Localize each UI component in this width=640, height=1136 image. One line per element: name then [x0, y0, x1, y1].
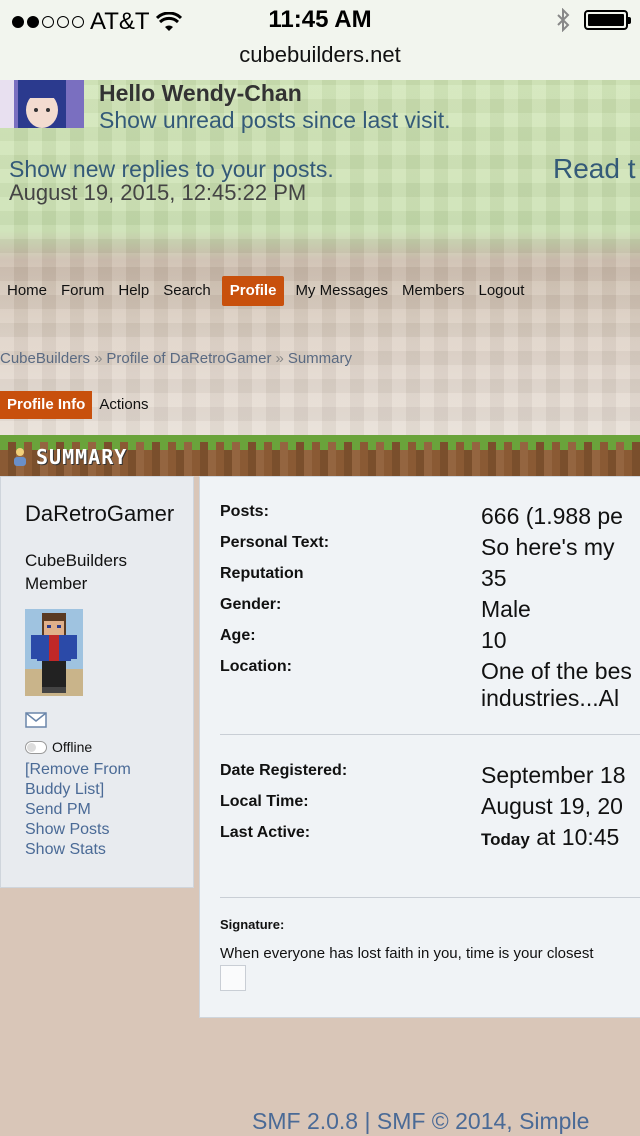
profile-details: Posts: 666 (1.988 pe Personal Text: So h…	[199, 476, 640, 1018]
last-active-label: Last Active:	[220, 824, 311, 841]
summary-header: SUMMARY	[0, 435, 640, 476]
age-value: 10	[481, 627, 507, 653]
last-active-value: Today at 10:45	[481, 824, 619, 851]
remove-buddy-link[interactable]: [Remove From Buddy List]	[25, 760, 165, 800]
last-active-today: Today	[481, 830, 530, 849]
date-registered-value: September 18	[481, 762, 626, 788]
profile-avatar	[25, 609, 83, 696]
profile-actions: [Remove From Buddy List] Send PM Show Po…	[25, 760, 165, 860]
nav-members[interactable]: Members	[395, 276, 472, 306]
signature-image	[220, 965, 246, 991]
nav-help[interactable]: Help	[111, 276, 156, 306]
status-bar: AT&T 11:45 AM	[0, 0, 640, 40]
gender-value: Male	[481, 596, 531, 622]
breadcrumb-cubebuilders[interactable]: CubeBuilders	[0, 350, 90, 367]
profile-username: DaRetroGamer	[25, 501, 175, 526]
location-value-line2: industries...Al	[481, 685, 620, 711]
url-text: cubebuilders.net	[239, 42, 401, 67]
breadcrumb-separator: »	[94, 350, 103, 367]
nav-logout[interactable]: Logout	[471, 276, 531, 306]
nav-my-messages[interactable]: My Messages	[288, 276, 395, 306]
divider	[220, 734, 640, 735]
nav-forum[interactable]: Forum	[54, 276, 111, 306]
user-icon	[14, 448, 26, 466]
bluetooth-icon	[557, 8, 570, 32]
last-active-time: at 10:45	[529, 824, 620, 850]
clock: 11:45 AM	[268, 6, 372, 33]
current-datetime: August 19, 2015, 12:45:22 PM	[9, 180, 307, 205]
summary-title: SUMMARY	[36, 445, 128, 469]
age-label: Age:	[220, 627, 256, 644]
breadcrumb-profile[interactable]: Profile of DaRetroGamer	[106, 350, 271, 367]
breadcrumb-summary[interactable]: Summary	[288, 350, 352, 367]
posts-label: Posts:	[220, 503, 269, 520]
forum-header-background	[0, 80, 640, 435]
battery-icon	[584, 10, 631, 30]
personal-text-value: So here's my	[481, 534, 615, 560]
read-link[interactable]: Read t	[553, 153, 636, 185]
reputation-label: Reputation	[220, 565, 304, 582]
tab-actions[interactable]: Actions	[92, 391, 155, 419]
signature-text: When everyone has lost faith in you, tim…	[220, 945, 594, 962]
nav-profile[interactable]: Profile	[221, 276, 285, 306]
breadcrumb: CubeBuilders» Profile of DaRetroGamer» Sum…	[0, 350, 352, 367]
breadcrumb-separator: »	[275, 350, 284, 367]
personal-text-label: Personal Text:	[220, 534, 330, 551]
signature-label: Signature:	[220, 917, 285, 932]
local-time-value: August 19, 20	[481, 793, 623, 819]
gender-label: Gender:	[220, 596, 282, 613]
profile-membergroup: CubeBuilders Member	[25, 551, 128, 593]
tab-profile-info[interactable]: Profile Info	[0, 391, 93, 419]
new-replies-link[interactable]: Show new replies to your posts.	[9, 156, 334, 183]
reputation-value: 35	[481, 565, 507, 591]
date-registered-label: Date Registered:	[220, 762, 348, 779]
footer-credits[interactable]: SMF 2.0.8 | SMF © 2014, Simple	[252, 1108, 589, 1135]
location-value-line1: One of the bes	[481, 658, 632, 684]
unread-posts-link[interactable]: Show unread posts since last visit.	[99, 109, 459, 132]
send-pm-link[interactable]: Send PM	[25, 800, 165, 820]
address-bar[interactable]: cubebuilders.net	[0, 40, 640, 81]
greeting: Hello Wendy-Chan	[99, 80, 302, 106]
offline-icon	[25, 740, 47, 754]
location-label: Location:	[220, 658, 292, 675]
show-posts-link[interactable]: Show Posts	[25, 820, 165, 840]
nav-home[interactable]: Home	[0, 276, 54, 306]
profile-subtabs: Profile Info Actions	[0, 391, 156, 419]
local-time-label: Local Time:	[220, 793, 309, 810]
user-avatar[interactable]	[0, 80, 84, 128]
online-status: Offline	[25, 739, 92, 755]
status-text: Offline	[52, 739, 93, 755]
posts-value: 666 (1.988 pe	[481, 503, 623, 529]
nav-search[interactable]: Search	[156, 276, 218, 306]
show-stats-link[interactable]: Show Stats	[25, 840, 165, 860]
profile-card: DaRetroGamer CubeBuilders Member Offline…	[0, 476, 194, 888]
email-icon[interactable]	[25, 712, 47, 728]
main-nav: Home Forum Help Search Profile My Messag…	[0, 276, 531, 306]
divider	[220, 897, 640, 898]
